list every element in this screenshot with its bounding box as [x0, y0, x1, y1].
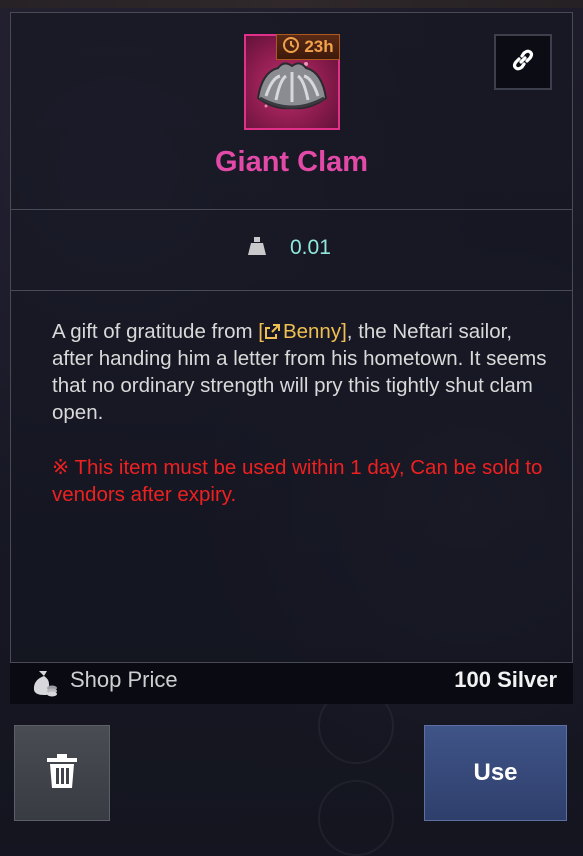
use-button[interactable]: Use [424, 725, 567, 821]
expiry-warning: ※ This item must be used within 1 day, C… [52, 456, 543, 506]
chain-link-icon [508, 45, 538, 79]
npc-link-text: Benny [282, 320, 342, 343]
weight-row: 0.01 [246, 232, 331, 264]
money-bag-icon [30, 668, 58, 702]
link-item-button[interactable] [494, 34, 552, 90]
clock-icon [282, 36, 300, 58]
weight-icon [246, 235, 268, 261]
delete-item-button[interactable] [14, 725, 110, 821]
npc-link-benny[interactable]: [Benny] [258, 320, 347, 343]
shop-price-value: 100 Silver [454, 667, 557, 692]
shop-price-label: Shop Price [70, 667, 178, 692]
item-description: A gift of gratitude from [Benny], the Ne… [52, 318, 552, 426]
top-strip [0, 0, 583, 8]
weight-value: 0.01 [290, 236, 331, 259]
divider [10, 290, 573, 291]
external-link-icon [264, 320, 283, 343]
description-text: A gift of gratitude from [52, 320, 259, 343]
expiry-timer-badge: 23h [276, 34, 340, 60]
timer-text: 23h [304, 37, 334, 56]
trash-icon [45, 752, 79, 794]
divider [10, 209, 573, 210]
item-name: Giant Clam [214, 146, 369, 178]
